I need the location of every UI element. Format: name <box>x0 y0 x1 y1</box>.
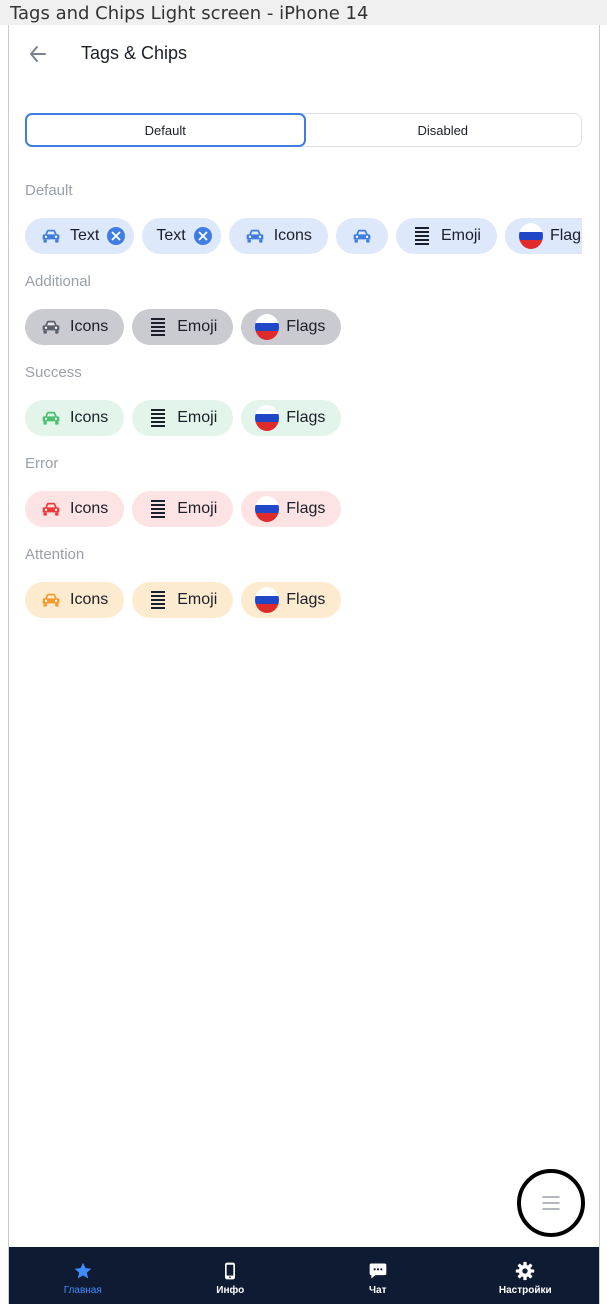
chip-row-default: Text Text Icons Emoji Flags <box>25 218 582 254</box>
chip-label: Flags <box>286 409 326 426</box>
back-button[interactable] <box>23 39 53 69</box>
frame-title: Tags and Chips Light screen - iPhone 14 <box>0 0 607 25</box>
car-icon <box>39 588 63 612</box>
chip-label: Flags <box>549 227 582 244</box>
close-icon[interactable] <box>106 226 126 246</box>
chip-label: Emoji <box>177 318 218 335</box>
chip-flags[interactable]: Flags <box>241 400 342 436</box>
chip-icon-only[interactable] <box>335 218 388 254</box>
chip-label: Text <box>156 227 186 244</box>
chip-label: Icons <box>70 591 109 608</box>
gear-icon <box>514 1260 536 1282</box>
emoji-icon <box>146 315 170 339</box>
chip-icons[interactable]: Icons <box>25 400 125 436</box>
chip-icons[interactable]: Icons <box>25 582 125 618</box>
chip-label: Flags <box>286 318 326 335</box>
segmented-control: Default Disabled <box>25 113 582 147</box>
section-label-error: Error <box>25 455 59 472</box>
chip-emoji[interactable]: Emoji <box>132 400 234 436</box>
tab-label: Главная <box>63 1284 102 1296</box>
tab-label: Чат <box>369 1284 387 1296</box>
tab-label: Настройки <box>498 1284 552 1296</box>
bottom-tab-bar: Главная Инфо Чат Настройки <box>9 1247 599 1304</box>
chip-flags[interactable]: Flags <box>241 309 342 345</box>
chip-flags[interactable]: Flags <box>504 218 582 254</box>
chip-label: Emoji <box>177 591 218 608</box>
tab-info[interactable]: Инфо <box>157 1256 305 1296</box>
chip-label: Emoji <box>177 500 218 517</box>
chat-icon <box>367 1260 389 1282</box>
chip-row-error: Icons Emoji Flags <box>25 491 582 527</box>
chip-emoji[interactable]: Emoji <box>132 491 234 527</box>
chip-label: Icons <box>273 227 312 244</box>
russia-flag-icon <box>255 405 280 431</box>
chip-emoji[interactable]: Emoji <box>132 582 234 618</box>
chip-label: Flags <box>286 500 326 517</box>
tab-chat[interactable]: Чат <box>304 1256 452 1296</box>
chip-label: Icons <box>70 500 109 517</box>
chip-label: Emoji <box>177 409 218 426</box>
section-label-attention: Attention <box>25 546 85 563</box>
segment-disabled[interactable]: Disabled <box>305 114 582 146</box>
car-icon <box>243 224 267 248</box>
chip-icons[interactable]: Icons <box>25 309 125 345</box>
car-icon <box>39 224 63 248</box>
segment-default[interactable]: Default <box>25 113 306 147</box>
star-icon <box>72 1260 94 1282</box>
russia-flag-icon <box>255 314 280 340</box>
emoji-icon <box>410 224 434 248</box>
phone-screen: Tags & Chips Default Disabled Default Te… <box>8 25 600 1304</box>
close-icon[interactable] <box>193 226 213 246</box>
chip-label: Emoji <box>440 227 481 244</box>
tab-label: Инфо <box>216 1284 245 1296</box>
tab-settings[interactable]: Настройки <box>452 1256 600 1296</box>
menu-fab-button[interactable] <box>517 1169 585 1237</box>
chip-row-attention: Icons Emoji Flags <box>25 582 582 618</box>
car-icon <box>39 497 63 521</box>
chip-text-icon-removable[interactable]: Text <box>25 218 135 254</box>
emoji-icon <box>146 406 170 430</box>
chip-row-success: Icons Emoji Flags <box>25 400 582 436</box>
chip-flags[interactable]: Flags <box>241 582 342 618</box>
chip-row-additional: Icons Emoji Flags <box>25 309 582 345</box>
car-icon <box>39 315 63 339</box>
chip-icons[interactable]: Icons <box>228 218 328 254</box>
chip-emoji[interactable]: Emoji <box>132 309 234 345</box>
car-icon <box>350 224 374 248</box>
section-label-default: Default <box>25 182 73 199</box>
chip-label: Icons <box>70 409 109 426</box>
chip-icons[interactable]: Icons <box>25 491 125 527</box>
chip-label: Icons <box>70 318 109 335</box>
header: Tags & Chips <box>9 25 599 81</box>
russia-flag-icon <box>255 496 280 522</box>
page-title: Tags & Chips <box>81 43 188 63</box>
arrow-left-icon <box>30 46 46 62</box>
emoji-icon <box>146 497 170 521</box>
section-label-additional: Additional <box>25 273 91 290</box>
chip-label: Text <box>70 227 100 244</box>
menu-icon <box>542 1196 560 1210</box>
russia-flag-icon <box>255 587 280 613</box>
section-label-success: Success <box>25 364 82 381</box>
chip-emoji[interactable]: Emoji <box>395 218 497 254</box>
chip-label: Flags <box>286 591 326 608</box>
chip-flags[interactable]: Flags <box>241 491 342 527</box>
tab-home[interactable]: Главная <box>9 1256 157 1296</box>
phone-icon <box>219 1260 241 1282</box>
car-icon <box>39 406 63 430</box>
chip-text-removable[interactable]: Text <box>142 218 221 254</box>
emoji-icon <box>146 588 170 612</box>
russia-flag-icon <box>518 223 543 249</box>
